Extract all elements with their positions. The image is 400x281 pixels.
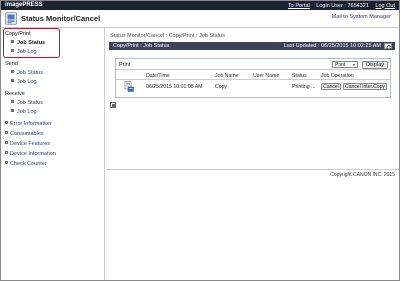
brand-name: imagePRESS xyxy=(5,2,43,8)
column-header-job-name: Job Name xyxy=(215,72,239,79)
sidebar-item-send-job-status[interactable]: Job Status xyxy=(11,70,43,76)
job-type-select[interactable]: Print xyxy=(332,61,358,68)
top-bar: imagePRESS To Portal Login User : 765432… xyxy=(1,1,399,10)
log-out-link[interactable]: Log Out xyxy=(375,3,395,9)
panel-title: Copy/Print : Job Status xyxy=(113,43,170,50)
bullet-icon xyxy=(5,161,8,164)
sidebar-group-copy-print[interactable]: Copy/Print xyxy=(5,31,31,37)
bullet-icon xyxy=(11,70,14,73)
refresh-button[interactable] xyxy=(384,43,392,50)
bullet-icon xyxy=(5,151,8,154)
sidebar-item-copy-print-job-status[interactable]: Job Status xyxy=(11,40,45,46)
column-header-job-operation: Job Operation xyxy=(321,72,354,79)
column-header-user-name: User Name xyxy=(253,72,280,79)
chevron-down-icon xyxy=(353,64,355,67)
to-portal-link[interactable]: To Portal xyxy=(288,3,310,9)
column-header-date-time: Date/Time xyxy=(146,72,170,79)
sidebar-link-label: Consumables xyxy=(10,131,44,137)
status-monitor-logo-icon xyxy=(5,12,17,25)
display-button[interactable]: Display xyxy=(362,60,388,69)
sidebar-item-label: Job Status xyxy=(17,100,43,106)
sidebar-link-error-information[interactable]: Error Information xyxy=(5,121,51,127)
cancel-interrupt-copy-button[interactable]: Cancel Inter.Copy xyxy=(343,82,387,90)
sidebar-link-device-information[interactable]: Device Information xyxy=(5,151,56,157)
sidebar-item-send-job-log[interactable]: Job Log xyxy=(11,79,37,85)
refresh-icon xyxy=(386,44,392,50)
page-icon[interactable] xyxy=(110,102,116,108)
page-title: Status Monitor/Cancel xyxy=(21,14,101,23)
footer: Copyright CANON INC. 2015 xyxy=(106,169,399,178)
login-user-text: Login User : 7654321 xyxy=(316,2,369,9)
table-label: Print xyxy=(119,62,131,68)
bullet-icon xyxy=(11,40,14,43)
app-window: imagePRESS To Portal Login User : 765432… xyxy=(0,0,400,281)
bullet-icon xyxy=(5,131,8,134)
cancel-button[interactable]: Cancel xyxy=(321,82,341,90)
sidebar-link-consumables[interactable]: Consumables xyxy=(5,131,44,137)
sidebar-item-label: Job Log xyxy=(17,49,37,55)
sidebar-item-receive-job-log[interactable]: Job Log xyxy=(11,109,37,115)
sidebar-link-label: Device Features xyxy=(10,141,51,147)
column-header-status: Status xyxy=(292,72,307,79)
sidebar-group-send[interactable]: Send xyxy=(5,61,18,67)
bullet-icon xyxy=(11,49,14,52)
job-status-table: Print Print Display Date/Time Job Name U… xyxy=(115,58,391,98)
sidebar-item-copy-print-job-log[interactable]: Job Log xyxy=(11,49,37,55)
sidebar-item-label: Job Status xyxy=(17,40,46,46)
sidebar-group-receive[interactable]: Receive xyxy=(5,91,25,97)
sidebar-link-device-features[interactable]: Device Features xyxy=(5,141,50,147)
sidebar-item-label: Job Status xyxy=(17,70,43,76)
mail-to-system-manager-link[interactable]: Mail to System Manager xyxy=(332,14,391,20)
job-type-select-value: Print xyxy=(335,62,346,68)
last-updated-text: Last Updated : 06/25/2015 10:02:25 AM xyxy=(283,43,381,50)
bullet-icon xyxy=(5,141,8,144)
sidebar-item-label: Job Log xyxy=(17,79,37,85)
sidebar: Copy/Print Job Status Job Log Send Job S… xyxy=(1,28,105,280)
top-links: To Portal Login User : 7654321 Log Out xyxy=(283,3,395,9)
table-toolbar: Print Print Display xyxy=(116,59,390,70)
bullet-icon xyxy=(11,79,14,82)
page-header: Status Monitor/Cancel Mail to System Man… xyxy=(1,10,399,28)
sidebar-item-label: Job Log xyxy=(17,109,37,115)
cell-job-name: Copy xyxy=(215,84,228,90)
sidebar-link-label: Error Information xyxy=(10,121,52,127)
sidebar-item-receive-job-status[interactable]: Job Status xyxy=(11,100,43,106)
sidebar-link-label: Check Counter xyxy=(10,161,47,167)
bullet-icon xyxy=(5,121,8,124)
header-divider xyxy=(116,79,390,80)
bullet-icon xyxy=(11,109,14,112)
sidebar-link-label: Device Information xyxy=(10,151,56,157)
cell-date-time: 06/25/2015 10:01:08 AM xyxy=(146,84,203,90)
breadcrumb: Status Monitor/Cancel : Copy/Print : Job… xyxy=(110,33,225,39)
cell-status: Printing ... xyxy=(292,84,316,90)
bullet-icon xyxy=(11,100,14,103)
panel-title-bar: Copy/Print : Job Status Last Updated : 0… xyxy=(109,42,395,50)
sidebar-link-check-counter[interactable]: Check Counter xyxy=(5,161,47,167)
print-job-icon xyxy=(124,81,134,92)
main-content: Status Monitor/Cancel : Copy/Print : Job… xyxy=(106,28,399,280)
copyright-text: Copyright CANON INC. 2015 xyxy=(330,171,395,178)
